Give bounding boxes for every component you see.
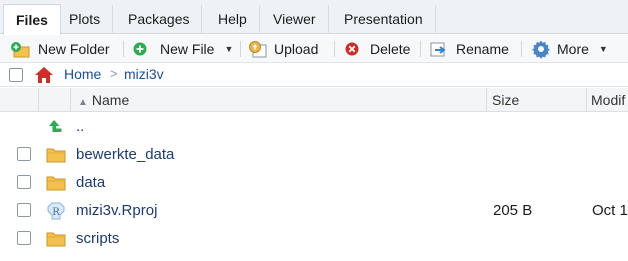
size-column-header[interactable]: Size (492, 88, 519, 112)
breadcrumb-home[interactable]: Home (64, 66, 101, 82)
column-divider (586, 88, 587, 112)
upload-label: Upload (274, 41, 319, 57)
name-column-header[interactable]: ▲ Name (78, 88, 129, 112)
more-caret-icon: ▼ (598, 44, 608, 54)
upload-button[interactable]: Upload (248, 38, 318, 60)
column-divider (70, 88, 71, 112)
modified-column-header[interactable]: Modif (591, 88, 625, 112)
breadcrumb-current[interactable]: mizi3v (124, 66, 164, 82)
file-size: 205 B (493, 202, 533, 219)
file-name[interactable]: data (76, 174, 105, 191)
tab-plots[interactable]: Plots (57, 5, 114, 34)
breadcrumb: Home > mizi3v (0, 63, 628, 87)
tab-packages[interactable]: Packages (116, 5, 203, 34)
file-name[interactable]: scripts (76, 230, 119, 247)
breadcrumb-separator: > (110, 66, 118, 81)
row-checkbox[interactable] (17, 175, 31, 189)
toolbar-divider (240, 41, 241, 57)
toolbar-divider (420, 41, 421, 57)
pane-tab-bar: Files Plots Packages Help Viewer Present… (0, 0, 628, 35)
column-divider (38, 88, 39, 112)
list-item[interactable]: data (0, 169, 628, 197)
file-modified: Oct 1 (592, 202, 628, 219)
new-file-icon (133, 42, 147, 56)
toolbar-divider (521, 41, 522, 57)
list-item[interactable]: bewerkte_data (0, 141, 628, 169)
parent-folder-icon (49, 120, 62, 132)
rproj-icon: R (47, 202, 65, 220)
file-name[interactable]: bewerkte_data (76, 146, 174, 163)
select-all-checkbox[interactable] (9, 68, 23, 82)
new-folder-icon (11, 42, 30, 58)
rename-icon (430, 42, 446, 57)
rename-label: Rename (456, 41, 509, 57)
new-file-caret-icon: ▼ (224, 44, 234, 54)
rename-button[interactable]: Rename (430, 38, 509, 60)
row-checkbox[interactable] (17, 147, 31, 161)
more-button[interactable]: More ▼ (531, 38, 608, 60)
row-checkbox[interactable] (17, 203, 31, 217)
more-label: More (557, 41, 589, 57)
gear-icon (532, 40, 550, 59)
sort-ascending-icon: ▲ (78, 97, 88, 108)
new-folder-button[interactable]: New Folder (10, 38, 110, 60)
svg-text:R: R (52, 207, 60, 218)
name-column-label: Name (91, 92, 130, 108)
folder-icon (46, 232, 66, 247)
new-file-label: New File (160, 41, 215, 57)
tab-files[interactable]: Files (3, 4, 61, 35)
new-file-button[interactable]: New File ▼ (132, 38, 233, 60)
folder-icon (46, 176, 66, 191)
files-toolbar: New Folder New File ▼ Upload Delete Rena… (0, 35, 628, 63)
file-list-header: ▲ Name Size Modif (0, 88, 628, 112)
column-divider (486, 88, 487, 112)
toolbar-divider (123, 41, 124, 57)
list-item[interactable]: R mizi3v.Rproj 205 B Oct 1 (0, 197, 628, 225)
file-name[interactable]: mizi3v.Rproj (76, 202, 157, 219)
delete-icon (345, 42, 359, 56)
file-name[interactable]: .. (76, 118, 84, 135)
upload-icon (249, 41, 267, 58)
delete-button[interactable]: Delete (344, 38, 410, 60)
tab-presentation[interactable]: Presentation (332, 5, 436, 34)
home-icon[interactable] (33, 65, 55, 85)
tab-viewer[interactable]: Viewer (261, 5, 329, 34)
toolbar-divider (334, 41, 335, 57)
delete-label: Delete (370, 41, 411, 57)
folder-icon (46, 148, 66, 163)
new-folder-label: New Folder (38, 41, 110, 57)
tab-help[interactable]: Help (206, 5, 260, 34)
row-checkbox[interactable] (17, 231, 31, 245)
list-item[interactable]: .. (0, 113, 628, 141)
list-item[interactable]: scripts (0, 225, 628, 253)
